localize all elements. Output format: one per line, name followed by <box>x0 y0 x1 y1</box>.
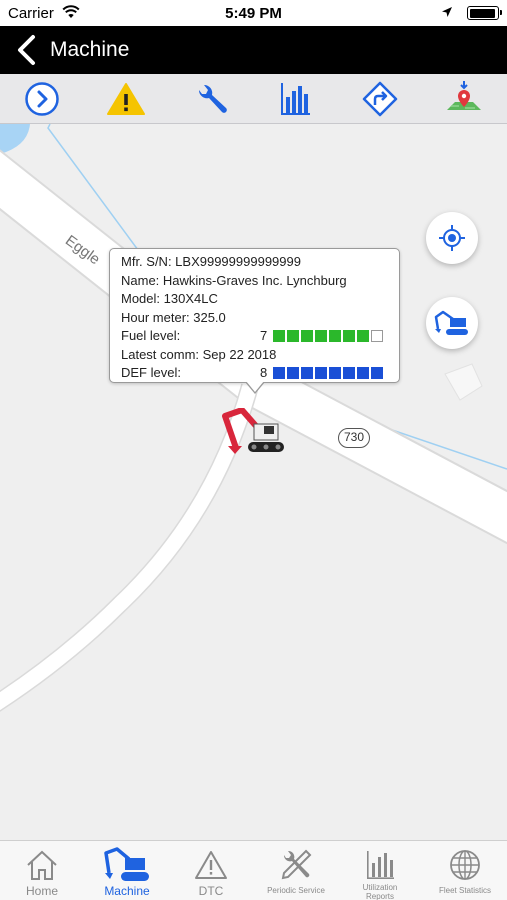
alerts-button[interactable] <box>106 80 146 118</box>
tab-label: Home <box>25 884 58 898</box>
tools-icon <box>281 849 312 880</box>
map-download-icon <box>447 81 481 110</box>
tab-machine[interactable]: Machine <box>85 841 169 900</box>
level-segment <box>357 330 369 342</box>
reports-button[interactable] <box>275 80 315 118</box>
battery-icon <box>467 6 502 20</box>
back-button[interactable] <box>14 34 40 66</box>
details-button[interactable] <box>22 80 62 118</box>
tab-label: DTC <box>198 884 224 898</box>
page-title: Machine <box>50 38 130 61</box>
callout-pointer <box>245 381 265 394</box>
level-segment <box>371 330 383 342</box>
hour-meter: Hour meter: 325.0 <box>121 309 226 325</box>
fuel-level-gauge <box>273 330 385 342</box>
level-segment <box>371 367 383 379</box>
level-segment <box>287 330 299 342</box>
tab-utilization-reports[interactable]: Utilization Reports <box>338 841 422 900</box>
machine-info-callout[interactable]: Mfr. S/N: LBX99999999999999 Name: Hawkin… <box>109 248 400 394</box>
warning-icon <box>195 851 227 879</box>
model: Model: 130X4LC <box>121 291 218 306</box>
latest-comm: Latest comm: Sep 22 2018 <box>121 346 277 362</box>
warning-icon <box>107 83 145 115</box>
clock: 5:49 PM <box>225 5 282 22</box>
service-button[interactable] <box>191 80 231 118</box>
directions-icon <box>362 81 398 117</box>
fuel-level-row: Fuel level: 7 <box>121 327 399 346</box>
tab-home[interactable]: Home <box>0 841 84 900</box>
level-segment <box>329 367 341 379</box>
machine-locate-button[interactable] <box>426 297 478 349</box>
def-level-label: DEF level: <box>121 365 181 380</box>
home-icon <box>27 850 57 880</box>
crosshair-icon <box>439 225 465 251</box>
level-segment <box>287 367 299 379</box>
def-level-gauge <box>273 367 385 379</box>
tab-bar: Home Machine DTC Periodic Service Utiliz… <box>0 840 507 900</box>
chevron-right-circle-icon <box>25 82 59 116</box>
tab-label: Machine <box>104 884 150 898</box>
tab-label: Periodic Service <box>267 886 325 895</box>
status-bar: Carrier 5:49 PM <box>0 0 507 26</box>
map-download-button[interactable] <box>444 80 484 118</box>
excavator-icon <box>104 847 149 881</box>
tab-label: Utilization Reports <box>362 883 398 900</box>
tab-periodic-service[interactable]: Periodic Service <box>254 841 338 900</box>
fuel-level-label: Fuel level: <box>121 328 181 343</box>
def-level-value: 8 <box>260 365 268 380</box>
machine-toolbar <box>0 74 507 124</box>
excavator-icon <box>434 310 468 335</box>
tab-fleet-statistics[interactable]: Fleet Statistics <box>423 841 507 900</box>
serial-number: Mfr. S/N: LBX99999999999999 <box>121 254 301 269</box>
level-segment <box>315 330 327 342</box>
globe-icon <box>450 850 480 880</box>
tab-dtc[interactable]: DTC <box>169 841 253 900</box>
wrench-icon <box>198 84 227 113</box>
location-arrow-icon <box>442 7 452 17</box>
level-segment <box>301 367 313 379</box>
level-segment <box>273 367 285 379</box>
level-segment <box>273 330 285 342</box>
level-segment <box>301 330 313 342</box>
directions-button[interactable] <box>360 80 400 118</box>
bar-chart-icon <box>281 83 310 115</box>
map-view[interactable]: Eggle 730 Mfr. S/N: LBX99999999999999 Na… <box>0 124 507 840</box>
level-segment <box>329 330 341 342</box>
level-segment <box>343 330 355 342</box>
owner-name: Name: Hawkins-Graves Inc. Lynchburg <box>121 272 347 288</box>
def-level-row: DEF level: 8 <box>121 364 399 383</box>
bar-chart-icon <box>367 851 394 879</box>
level-segment <box>357 367 369 379</box>
excavator-marker[interactable] <box>220 408 286 458</box>
my-location-button[interactable] <box>426 212 478 264</box>
level-segment <box>343 367 355 379</box>
fuel-level-value: 7 <box>260 328 268 343</box>
tab-label: Fleet Statistics <box>438 886 491 895</box>
level-segment <box>315 367 327 379</box>
route-badge: 730 <box>338 428 370 448</box>
navigation-bar: Machine <box>0 26 507 74</box>
